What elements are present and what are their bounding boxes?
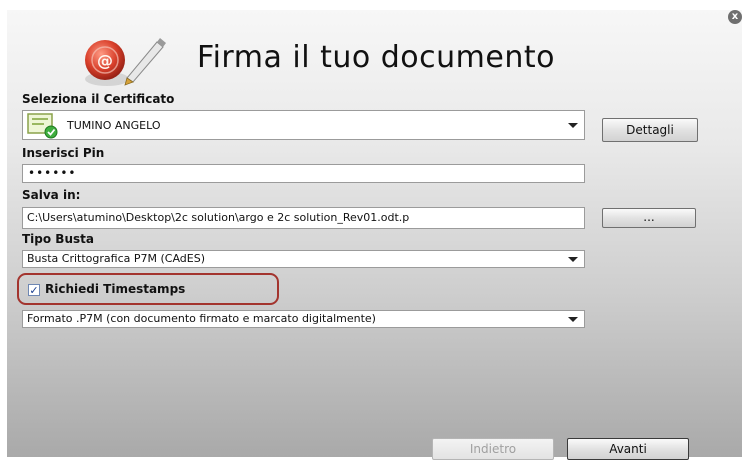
timestamp-checkbox[interactable]: ✓ xyxy=(28,284,40,296)
envelope-type-value: Busta Crittografica P7M (CAdES) xyxy=(27,252,206,265)
pin-input[interactable]: •••••• xyxy=(22,164,585,183)
signature-seal-pen-icon: @ xyxy=(85,38,166,86)
timestamp-label: Richiedi Timestamps xyxy=(45,282,186,296)
browse-button[interactable]: ... xyxy=(602,208,696,228)
certificate-select[interactable]: TUMINO ANGELO xyxy=(22,110,585,140)
certificate-icon xyxy=(27,113,58,139)
chevron-down-icon[interactable] xyxy=(568,257,578,262)
chevron-down-icon[interactable] xyxy=(568,317,578,322)
certificate-selected-value: TUMINO ANGELO xyxy=(67,119,161,132)
chevron-down-icon[interactable] xyxy=(568,123,578,128)
format-select[interactable]: Formato .P7M (con documento firmato e ma… xyxy=(22,310,585,328)
save-location-label: Salva in: xyxy=(22,188,81,202)
envelope-type-label: Tipo Busta xyxy=(22,232,94,246)
page-title: Firma il tuo documento xyxy=(197,40,555,75)
certificate-label: Seleziona il Certificato xyxy=(22,92,175,106)
pin-label: Inserisci Pin xyxy=(22,146,105,160)
save-path-input[interactable]: C:\Users\atumino\Desktop\2c solution\arg… xyxy=(22,207,585,229)
envelope-type-select[interactable]: Busta Crittografica P7M (CAdES) xyxy=(22,250,585,268)
details-button[interactable]: Dettagli xyxy=(602,118,698,142)
format-value: Formato .P7M (con documento firmato e ma… xyxy=(27,312,376,325)
signing-dialog: x @ Firma il tuo documento Seleziona il … xyxy=(7,10,742,460)
close-icon[interactable]: x xyxy=(728,10,742,24)
svg-text:@: @ xyxy=(97,51,113,70)
